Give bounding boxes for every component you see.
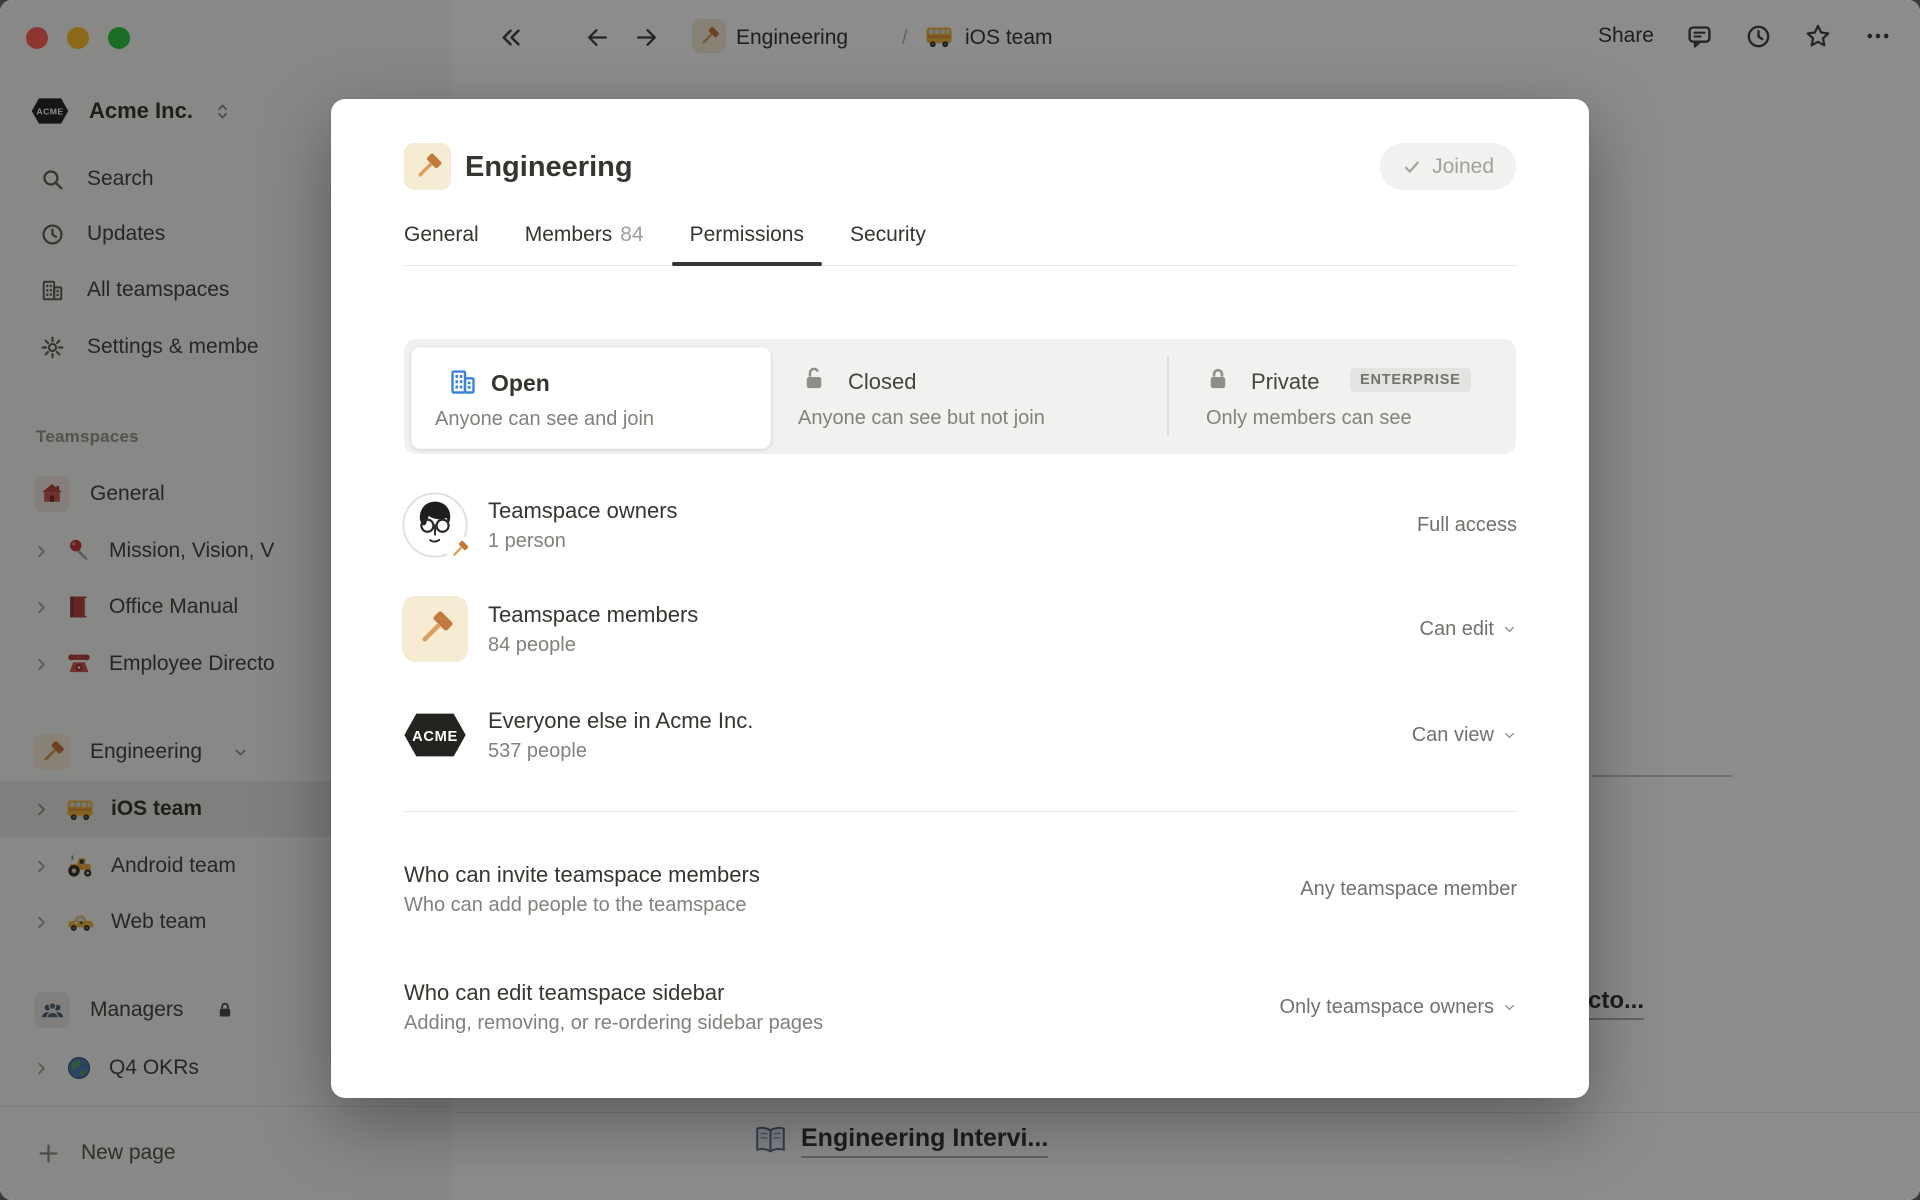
tab-permissions[interactable]: Permissions bbox=[690, 217, 804, 265]
setting-row-invite: Who can invite teamspace members Who can… bbox=[404, 851, 1517, 927]
row-title: Teamspace owners bbox=[488, 498, 678, 524]
tab-members[interactable]: Members84 bbox=[525, 217, 644, 265]
open-option-subtitle: Anyone can see and join bbox=[435, 408, 654, 431]
avatar-hammer-badge bbox=[446, 536, 472, 562]
setting-title: Who can invite teamspace members bbox=[404, 862, 760, 888]
check-icon bbox=[1402, 157, 1422, 177]
closed-option-subtitle: Anyone can see but not join bbox=[798, 407, 1045, 430]
row-title: Everyone else in Acme Inc. bbox=[488, 708, 753, 734]
chevron-down-icon bbox=[1502, 728, 1517, 743]
visibility-segmented-control: Open Anyone can see and join Closed Anyo… bbox=[404, 339, 1516, 454]
invite-setting-value: Any teamspace member bbox=[1300, 878, 1517, 901]
acme-logo-icon bbox=[403, 712, 467, 758]
access-row-owners: Teamspace owners 1 person Full access bbox=[402, 491, 1517, 559]
enterprise-badge: ENTERPRISE bbox=[1350, 368, 1471, 392]
hammer-icon bbox=[414, 608, 456, 650]
owners-access-value: Full access bbox=[1417, 514, 1517, 537]
row-title: Teamspace members bbox=[488, 602, 698, 628]
app-window: Acme Inc. Search Updates All teamspaces … bbox=[0, 0, 1920, 1200]
access-row-members: Teamspace members 84 people Can edit bbox=[402, 595, 1517, 663]
modal-teamspace-icon-square bbox=[404, 143, 451, 190]
unlock-icon bbox=[800, 365, 828, 393]
acme-logo-wrap bbox=[402, 712, 468, 758]
hammer-icon bbox=[412, 151, 444, 183]
row-subtitle: 1 person bbox=[488, 530, 678, 553]
lock-icon bbox=[1204, 365, 1232, 393]
joined-button[interactable]: Joined bbox=[1380, 143, 1516, 190]
visibility-option-open[interactable]: Open Anyone can see and join bbox=[411, 347, 771, 449]
setting-subtitle: Adding, removing, or re-ordering sidebar… bbox=[404, 1012, 823, 1035]
modal-tabs: General Members84 Permissions Security bbox=[404, 217, 1518, 266]
tab-general[interactable]: General bbox=[404, 217, 479, 265]
modal-divider bbox=[404, 811, 1517, 812]
closed-option-title: Closed bbox=[848, 369, 916, 395]
hammer-icon bbox=[449, 539, 470, 560]
row-subtitle: 537 people bbox=[488, 740, 753, 763]
chevron-down-icon bbox=[1502, 1000, 1517, 1015]
access-row-everyone: Everyone else in Acme Inc. 537 people Ca… bbox=[402, 701, 1517, 769]
chevron-down-icon bbox=[1502, 622, 1517, 637]
setting-row-edit-sidebar: Who can edit teamspace sidebar Adding, r… bbox=[404, 967, 1517, 1047]
owner-avatar bbox=[402, 492, 468, 558]
members-access-dropdown[interactable]: Can edit bbox=[1420, 618, 1518, 641]
setting-subtitle: Who can add people to the teamspace bbox=[404, 894, 760, 917]
edit-sidebar-setting-dropdown[interactable]: Only teamspace owners bbox=[1279, 996, 1517, 1019]
row-subtitle: 84 people bbox=[488, 634, 698, 657]
members-icon-square bbox=[402, 596, 468, 662]
open-option-title: Open bbox=[491, 370, 550, 397]
everyone-access-dropdown[interactable]: Can view bbox=[1412, 724, 1517, 747]
segmented-divider bbox=[1167, 356, 1169, 436]
setting-title: Who can edit teamspace sidebar bbox=[404, 980, 823, 1006]
modal-title: Engineering bbox=[465, 151, 633, 184]
buildings-icon bbox=[448, 367, 478, 397]
private-option-subtitle: Only members can see bbox=[1206, 407, 1412, 430]
tab-security[interactable]: Security bbox=[850, 217, 926, 265]
private-option-title: Private bbox=[1251, 369, 1319, 395]
teamspace-settings-modal: Engineering Joined General Members84 Per… bbox=[331, 99, 1589, 1098]
